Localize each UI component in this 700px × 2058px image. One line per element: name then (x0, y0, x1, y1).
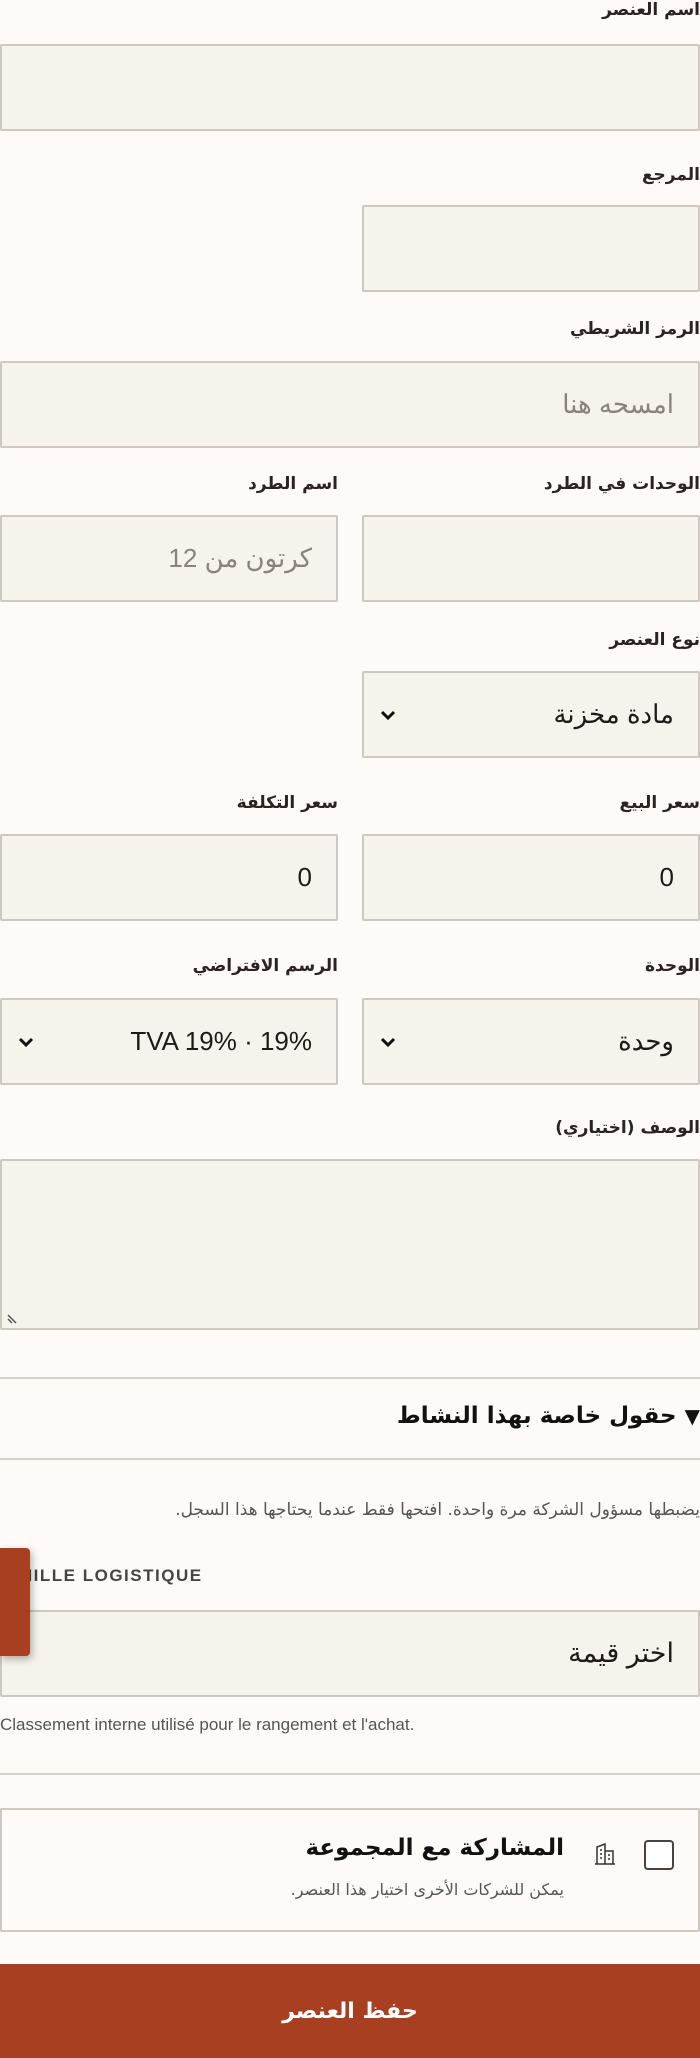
side-accent-tab[interactable] (0, 1548, 30, 1656)
save-item-button[interactable]: حفظ العنصر (0, 1964, 700, 2058)
group-share-subtitle: يمكن للشركات الأخرى اختيار هذا العنصر. (290, 1880, 564, 1899)
family-label: MILLE LOGISTIQUE (18, 1566, 203, 1585)
description-textarea[interactable] (0, 1159, 700, 1330)
cost-price-label: سعر التكلفة (236, 793, 338, 813)
units-per-pack-label: الوحدات في الطرد (543, 474, 700, 494)
chevron-down-icon (18, 1037, 34, 1047)
default-tax-label: الرسم الافتراضي (192, 956, 338, 976)
reference-input[interactable] (362, 205, 700, 292)
default-tax-value: TVA 19% · 19% (130, 1026, 312, 1056)
description-label: الوصف (اختياري) (555, 1118, 700, 1138)
activity-section-toggle[interactable]: ▼ حقول خاصة بهذا النشاط (397, 1403, 700, 1429)
divider (0, 1773, 700, 1775)
pack-name-label: اسم الطرد (248, 474, 338, 494)
divider (0, 1458, 700, 1460)
group-share-card: المشاركة مع المجموعة يمكن للشركات الأخرى… (0, 1808, 700, 1932)
reference-label: المرجع (641, 165, 700, 185)
save-item-button-label: حفظ العنصر (282, 1998, 418, 2024)
units-per-pack-input[interactable] (362, 515, 700, 602)
barcode-input[interactable]: امسحه هنا (0, 361, 700, 448)
cost-price-input[interactable]: 0 (0, 834, 338, 921)
family-help-text: Classement interne utilisé pour le range… (0, 1715, 415, 1734)
chevron-down-icon (380, 1037, 396, 1047)
item-type-select[interactable]: مادة مخزنة (362, 671, 700, 758)
unit-label: الوحدة (645, 956, 700, 976)
pack-name-placeholder: كرتون من 12 (168, 543, 312, 573)
sale-price-input[interactable]: 0 (362, 834, 700, 921)
pack-name-input[interactable]: كرتون من 12 (0, 515, 338, 602)
default-tax-select[interactable]: TVA 19% · 19% (0, 998, 338, 1085)
group-share-checkbox[interactable] (644, 1840, 674, 1870)
item-type-label: نوع العنصر (609, 630, 700, 650)
resize-handle-icon[interactable] (6, 1311, 20, 1325)
sale-price-label: سعر البيع (619, 793, 700, 813)
group-share-title: المشاركة مع المجموعة (305, 1835, 564, 1861)
family-select-value: اختر قيمة (568, 1638, 674, 1668)
activity-section-hint: يضبطها مسؤول الشركة مرة واحدة. افتحها فق… (175, 1500, 700, 1520)
unit-select[interactable]: وحدة (362, 998, 700, 1085)
divider (0, 1377, 700, 1379)
chevron-down-icon (380, 710, 396, 720)
item-type-value: مادة مخزنة (553, 699, 674, 729)
activity-section-title: حقول خاصة بهذا النشاط (396, 1403, 677, 1429)
building-icon (595, 1842, 615, 1865)
barcode-label: الرمز الشريطي (569, 319, 700, 339)
cost-price-value: 0 (297, 862, 312, 892)
barcode-placeholder: امسحه هنا (562, 389, 674, 419)
disclosure-triangle-icon: ▼ (684, 1404, 700, 1428)
family-select[interactable]: اختر قيمة (0, 1610, 700, 1697)
item-name-input[interactable] (0, 44, 700, 131)
sale-price-value: 0 (659, 862, 674, 892)
unit-value: وحدة (618, 1026, 674, 1056)
item-name-label: اسم العنصر (602, 0, 700, 20)
